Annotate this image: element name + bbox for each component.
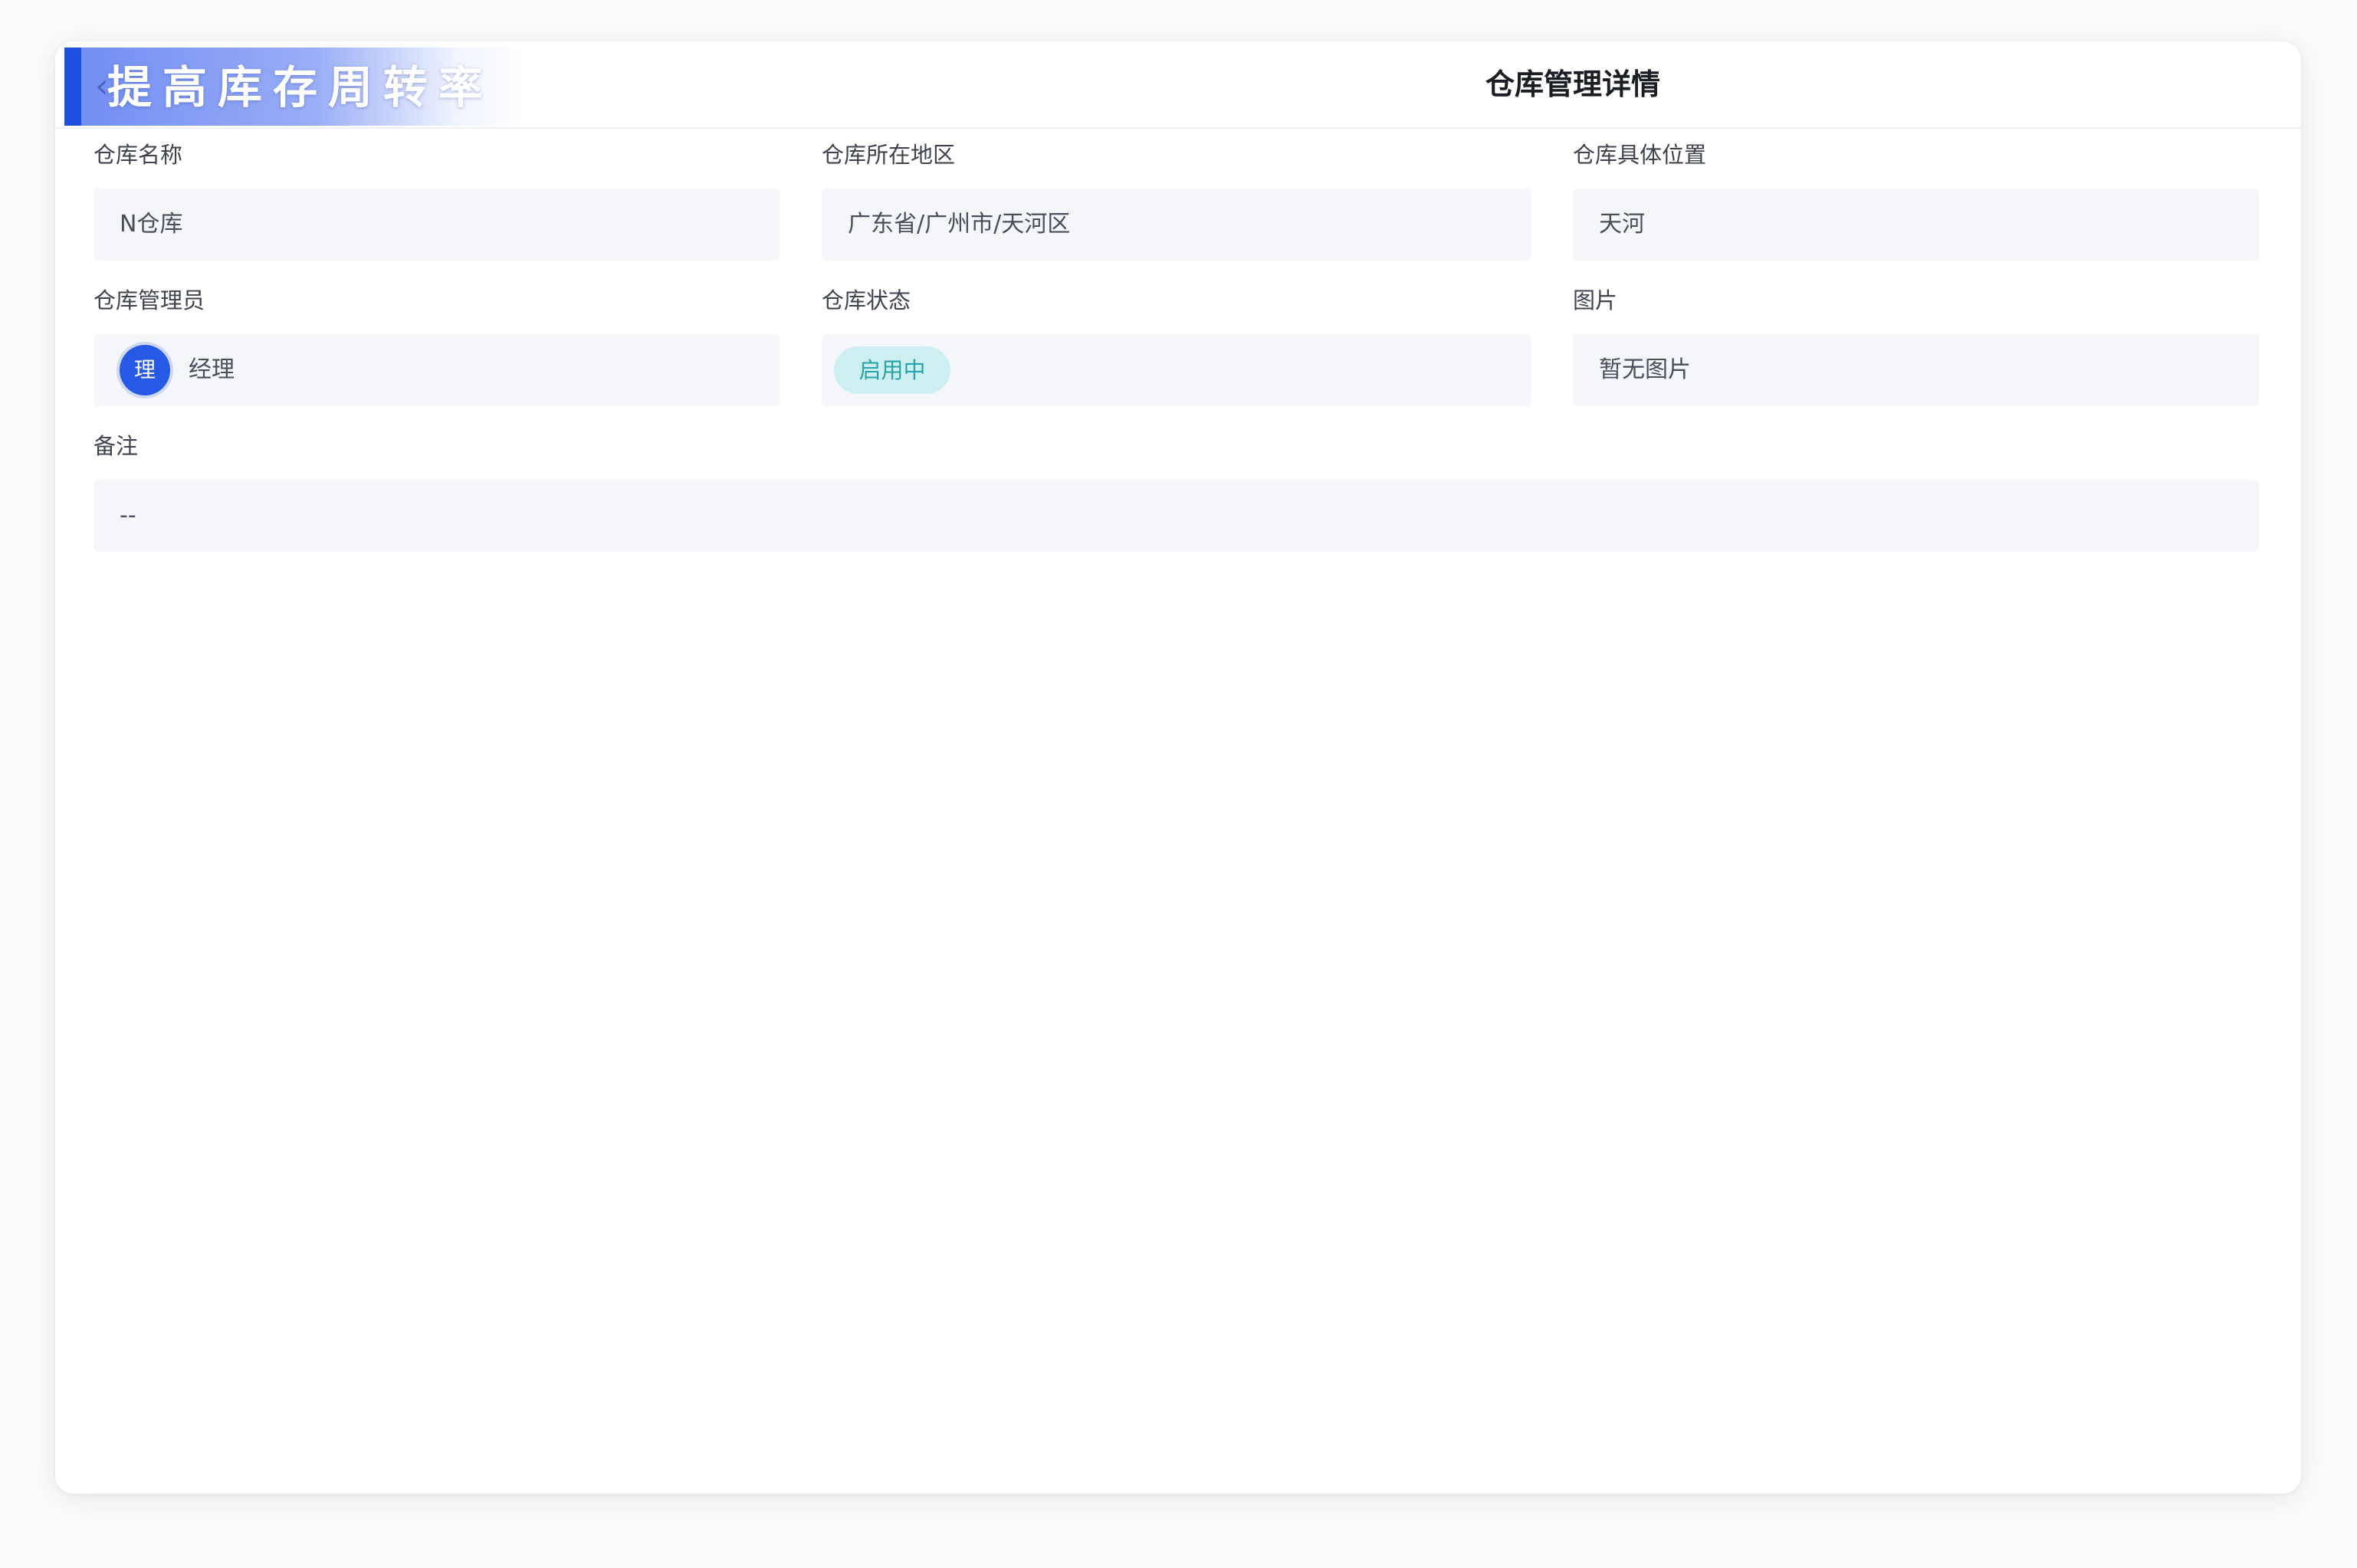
location-value: 天河 [1599,211,1645,238]
image-value: 暂无图片 [1599,356,1691,383]
manager-value: 经理 [189,356,235,383]
image-field: 暂无图片 [1573,334,2259,406]
warehouse-name-label: 仓库名称 [94,142,183,168]
image-label: 图片 [1573,287,1618,313]
region-value: 广东省/广州市/天河区 [848,211,1071,238]
region-field: 广东省/广州市/天河区 [822,189,1531,261]
page-title: 仓库管理详情 [1485,67,1660,101]
status-badge: 启用中 [834,346,950,394]
banner-text: 提高库存周转率 [107,61,494,113]
location-field: 天河 [1573,189,2259,261]
status-field: 启用中 [822,334,1531,406]
manager-field: 理 经理 [94,334,780,406]
manager-label: 仓库管理员 [94,287,205,313]
manager-avatar: 理 [120,345,170,395]
header: ‹ 提高库存周转率 仓库管理详情 [55,41,2301,129]
remark-value: -- [120,502,136,529]
region-label: 仓库所在地区 [822,142,956,168]
status-label: 仓库状态 [822,287,911,313]
location-label: 仓库具体位置 [1573,142,1707,168]
promo-banner: ‹ 提高库存周转率 [64,48,524,126]
warehouse-name-value: N仓库 [120,211,183,238]
warehouse-name-field: N仓库 [94,189,780,261]
remark-label: 备注 [94,433,139,459]
banner-accent-bar [64,48,81,126]
remark-field: -- [94,480,2259,552]
detail-card: ‹ 提高库存周转率 仓库管理详情 仓库名称 N仓库 仓库所在地区 广东省/广州市… [55,41,2301,1494]
